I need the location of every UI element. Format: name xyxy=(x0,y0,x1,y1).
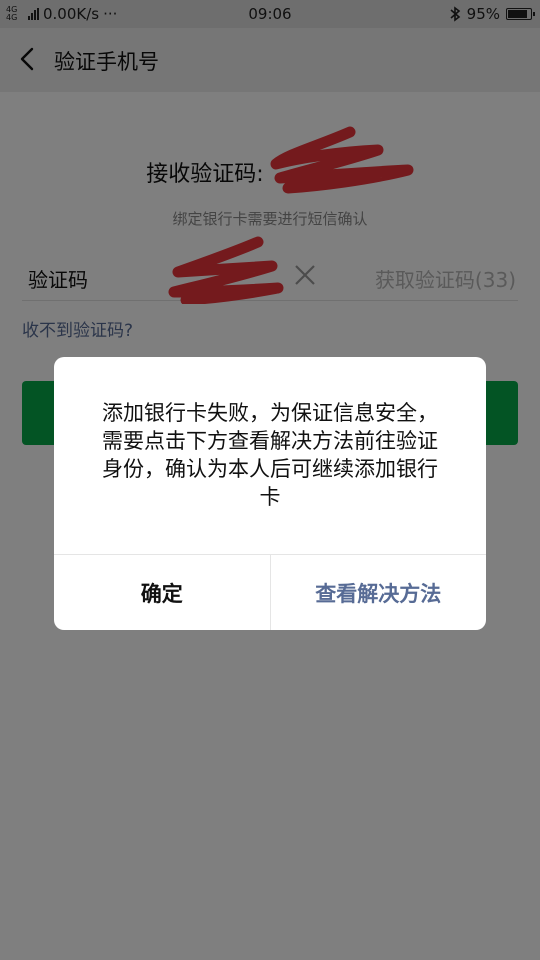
confirm-button[interactable]: 确定 xyxy=(54,555,271,630)
alert-dialog: 添加银行卡失败，为保证信息安全，需要点击下方查看解决方法前往验证身份，确认为本人… xyxy=(54,357,486,630)
dialog-message: 添加银行卡失败，为保证信息安全，需要点击下方查看解决方法前往验证身份，确认为本人… xyxy=(102,401,438,509)
view-solution-button[interactable]: 查看解决方法 xyxy=(271,555,487,630)
dialog-actions: 确定 查看解决方法 xyxy=(54,554,486,630)
